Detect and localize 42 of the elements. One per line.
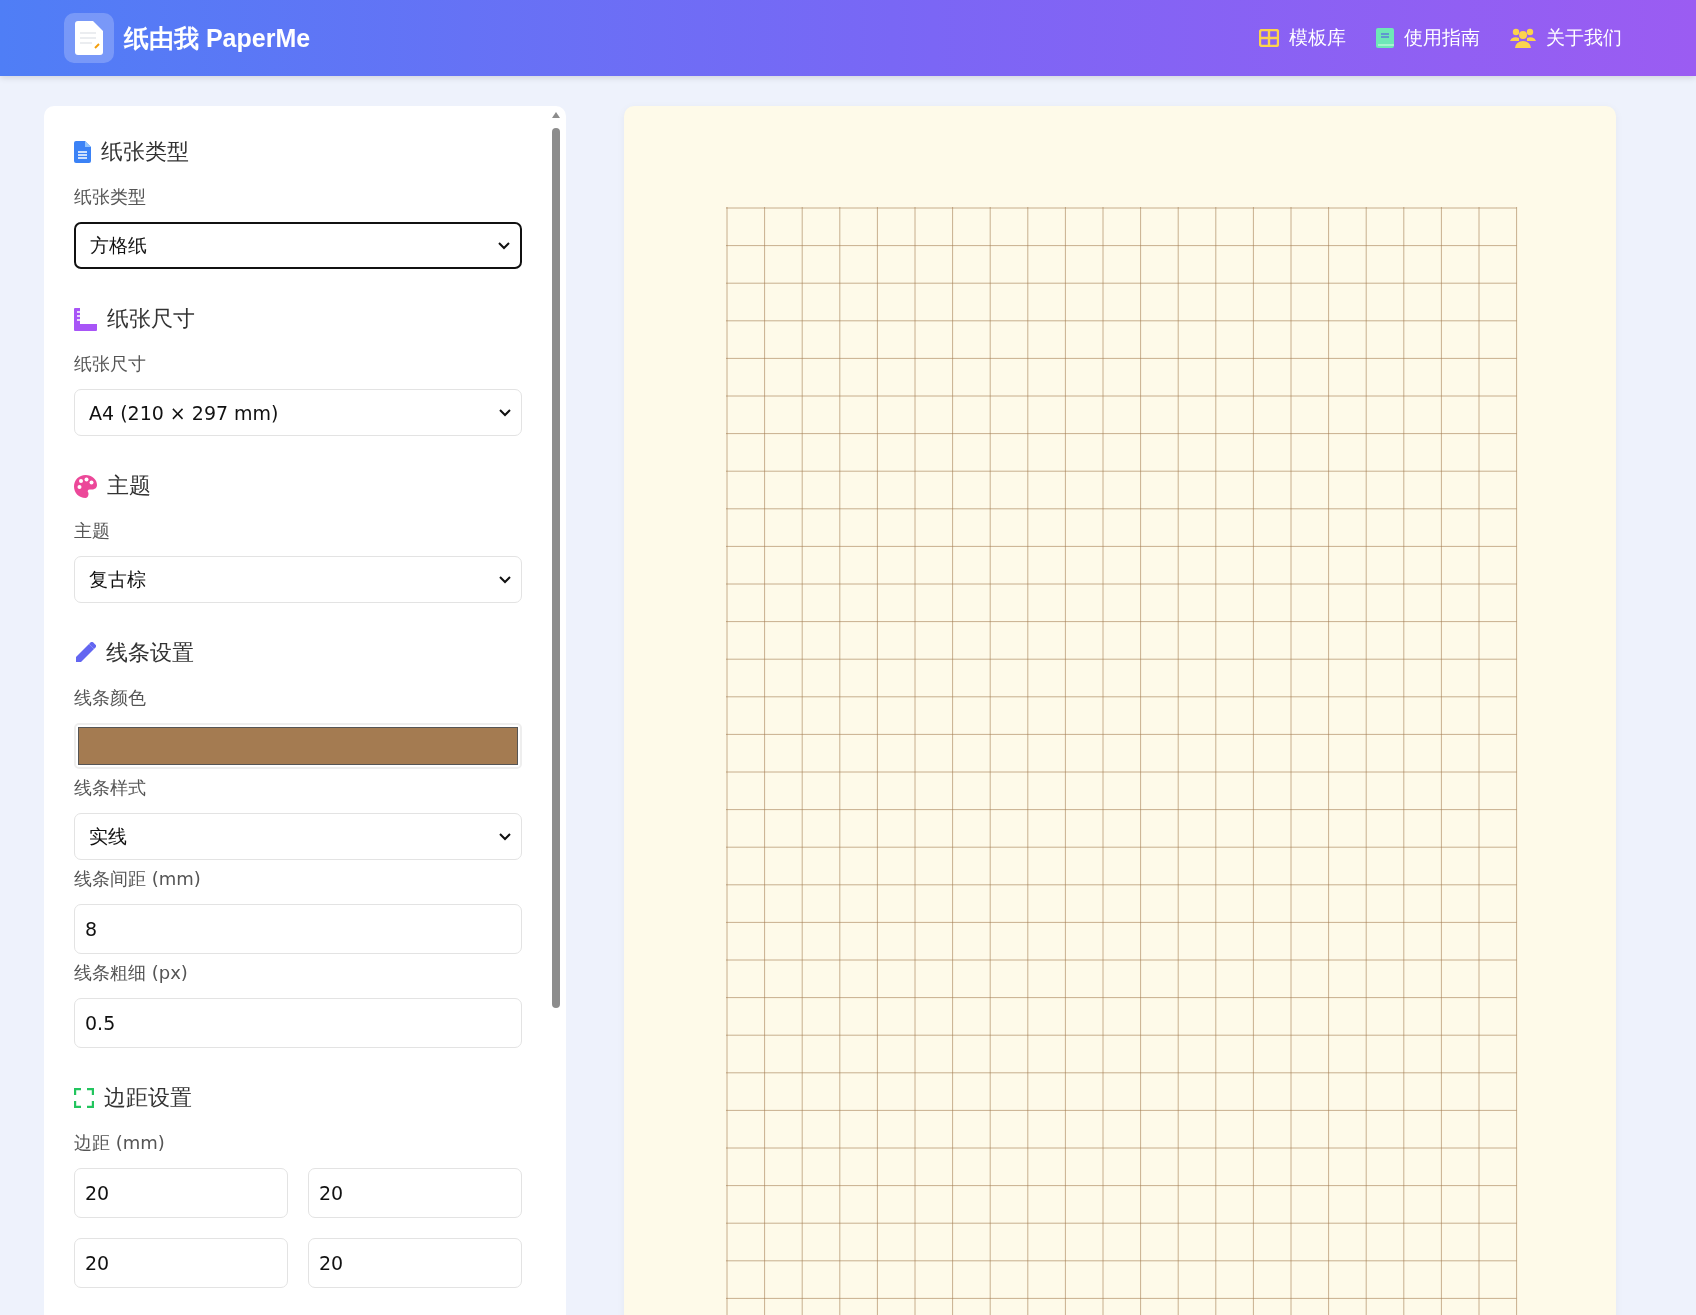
nav-link[interactable]: 使用指南 — [1376, 25, 1480, 51]
dropdown[interactable]: 复古棕 — [74, 556, 522, 603]
number-input[interactable]: 8 — [74, 904, 522, 954]
scrollbar-thumb[interactable] — [552, 128, 560, 1008]
dropdown[interactable]: 方格纸 — [74, 222, 522, 269]
palette-icon — [74, 474, 97, 498]
dropdown[interactable]: A4 (210 × 297 mm) — [74, 389, 522, 436]
number-input[interactable]: 20 — [308, 1238, 522, 1288]
number-input[interactable]: 0.5 — [74, 998, 522, 1048]
chevron-icon — [499, 832, 511, 841]
book-icon — [1376, 28, 1394, 48]
field-label: 线条颜色 — [74, 686, 147, 710]
nav-link[interactable]: 关于我们 — [1510, 25, 1622, 51]
chevron-icon — [499, 408, 511, 417]
grid-icon — [1259, 29, 1279, 47]
number-input[interactable]: 20 — [74, 1238, 288, 1288]
field-label: 边距 (mm) — [74, 1131, 166, 1155]
section-title: 边距设置 — [104, 1084, 192, 1112]
pencil-icon — [74, 642, 96, 664]
field-label: 主题 — [74, 519, 111, 543]
section-title: 主题 — [107, 472, 151, 500]
app-title: 纸由我 PaperMe — [124, 22, 311, 54]
ruler-icon — [74, 307, 97, 331]
scroll-up-icon[interactable] — [552, 112, 560, 118]
field-label: 线条粗细 (px) — [74, 961, 189, 985]
section-title: 纸张类型 — [101, 138, 189, 166]
nav-link[interactable]: 模板库 — [1259, 25, 1346, 51]
number-input[interactable]: 20 — [308, 1168, 522, 1218]
users-icon — [1510, 28, 1536, 48]
document-icon — [75, 21, 103, 55]
field-label: 纸张尺寸 — [74, 352, 147, 376]
section-title: 纸张尺寸 — [107, 305, 195, 333]
expand-icon — [74, 1088, 94, 1108]
number-input[interactable]: 20 — [74, 1168, 288, 1218]
dropdown[interactable]: 实线 — [74, 813, 522, 860]
field-label: 线条样式 — [74, 776, 147, 800]
chevron-icon — [498, 241, 510, 250]
section-title: 线条设置 — [106, 639, 194, 667]
field-label: 线条间距 (mm) — [74, 867, 202, 891]
field-label: 纸张类型 — [74, 185, 147, 209]
chevron-icon — [499, 575, 511, 584]
document-icon — [74, 141, 91, 163]
